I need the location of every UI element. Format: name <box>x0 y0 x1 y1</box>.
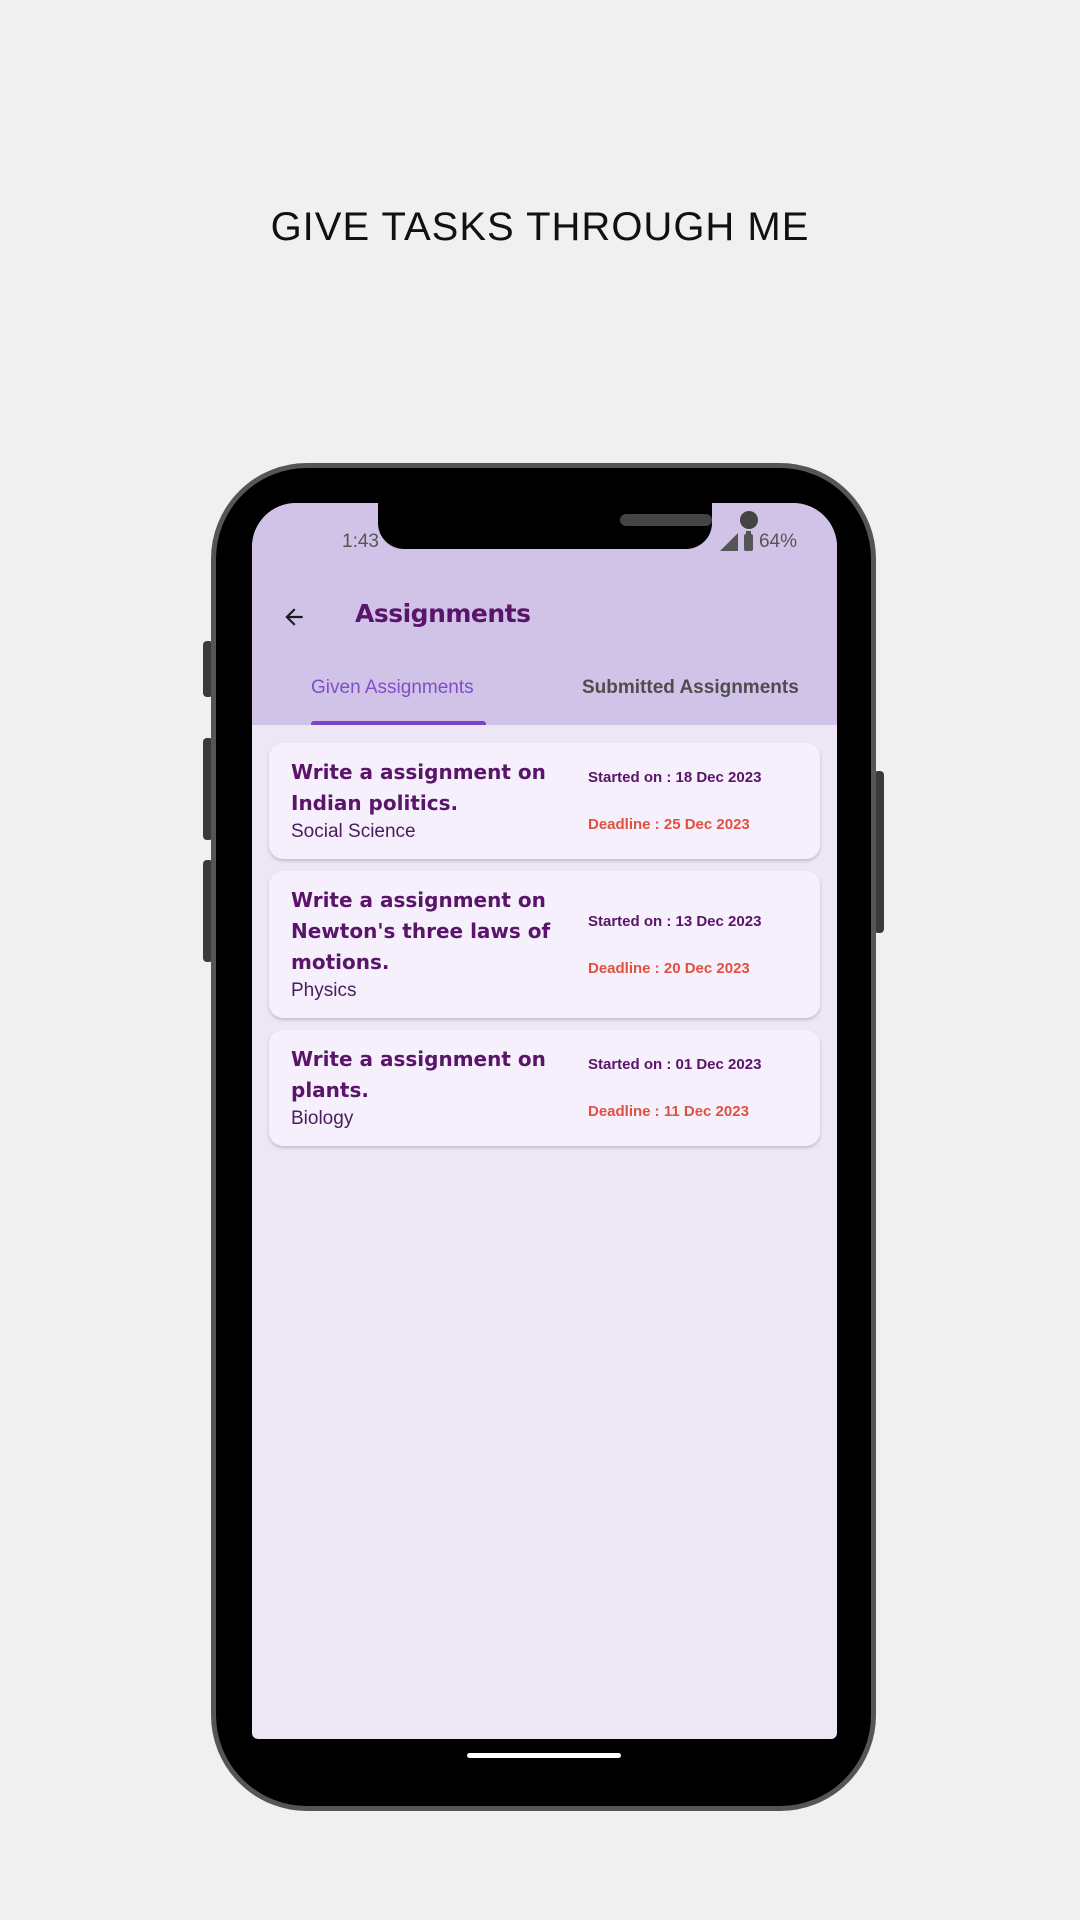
assignment-deadline: Deadline : 11 Dec 2023 <box>588 1103 749 1120</box>
phone-screen: 1:43 64% Assignments Given Assignments S… <box>252 503 837 1739</box>
assignment-card[interactable]: Write a assignment on plants. Biology St… <box>269 1030 820 1146</box>
assignment-title: Write a assignment on Newton's three law… <box>291 888 551 974</box>
assignment-subject: Physics <box>291 980 357 1001</box>
page-title: Assignments <box>355 599 531 628</box>
tab-submitted-assignments[interactable]: Submitted Assignments <box>582 677 799 699</box>
camera-notch <box>378 503 758 549</box>
status-time: 1:43 <box>342 531 379 552</box>
tab-given-assignments[interactable]: Given Assignments <box>311 677 474 699</box>
status-icons: 64% <box>719 530 797 553</box>
assignment-list: Write a assignment on Indian politics. S… <box>269 743 820 1158</box>
back-button[interactable] <box>276 599 312 635</box>
promo-headline: GIVE TASKS THROUGH ME <box>270 205 810 249</box>
earpiece-speaker <box>620 514 712 526</box>
assignment-card[interactable]: Write a assignment on Newton's three law… <box>269 871 820 1018</box>
app-bar: 1:43 64% Assignments Given Assignments S… <box>252 503 837 725</box>
assignment-card[interactable]: Write a assignment on Indian politics. S… <box>269 743 820 859</box>
battery-percent: 64% <box>758 531 797 552</box>
assignment-title: Write a assignment on Indian politics. <box>291 760 546 815</box>
assignment-deadline: Deadline : 25 Dec 2023 <box>588 816 750 833</box>
front-camera <box>740 511 758 529</box>
home-indicator[interactable] <box>467 1753 621 1758</box>
assignment-title: Write a assignment on plants. <box>291 1047 546 1102</box>
arrow-left-icon <box>285 608 303 626</box>
assignment-start-date: Started on : 01 Dec 2023 <box>588 1056 762 1073</box>
assignment-deadline: Deadline : 20 Dec 2023 <box>588 959 750 977</box>
assignment-subject: Biology <box>291 1108 354 1129</box>
tab-selected-indicator <box>311 721 486 725</box>
assignment-start-date: Started on : 18 Dec 2023 <box>588 769 762 786</box>
assignment-start-date: Started on : 13 Dec 2023 <box>588 912 762 930</box>
cell-signal-icon <box>719 533 738 551</box>
battery-icon <box>743 530 753 551</box>
assignment-subject: Social Science <box>291 821 416 842</box>
